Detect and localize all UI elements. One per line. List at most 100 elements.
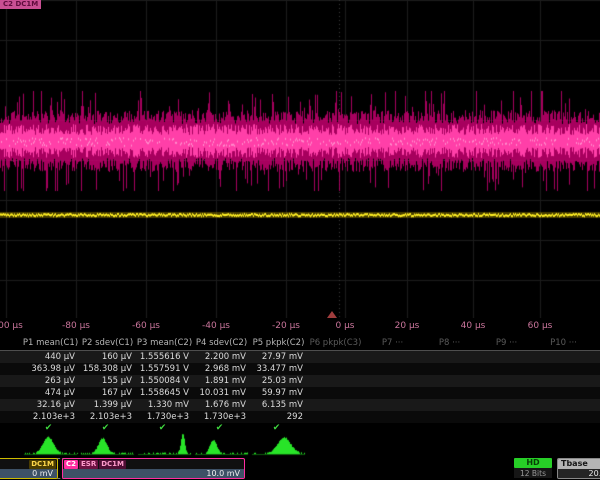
measure-status-row: ✔✔✔✔✔ [0, 423, 600, 433]
status-empty [478, 423, 535, 433]
measure-value: 1.399 µV [79, 399, 136, 411]
measure-column-header[interactable]: P2 sdev(C1) [79, 337, 136, 350]
measure-column-header[interactable]: P1 mean(C1) [22, 337, 79, 350]
measure-value [364, 411, 421, 423]
trigger-position-marker[interactable] [327, 311, 337, 318]
measure-value: 363.98 µV [22, 363, 79, 375]
measure-column-header[interactable]: P4 sdev(C2) [193, 337, 250, 350]
measure-value [535, 351, 592, 363]
c1-volts-per-div: 0 mV [0, 469, 57, 478]
measurement-histicons[interactable] [0, 433, 600, 457]
waveform-grid[interactable] [0, 0, 600, 318]
measure-value [421, 411, 478, 423]
measure-value: 263 µV [22, 375, 79, 387]
status-empty [421, 423, 478, 433]
hd-badge[interactable]: HD [514, 458, 552, 468]
time-axis: -100 µs-80 µs-60 µs-40 µs-20 µs0 µs20 µs… [0, 318, 600, 337]
status-check-icon: ✔ [22, 423, 79, 433]
measure-value [307, 363, 364, 375]
c2-coupling-badge: DC1M [99, 460, 126, 469]
measure-row: 474 µV167 µV1.558645 V10.031 mV59.97 mV [0, 387, 600, 399]
measure-column-header[interactable]: P3 mean(C2) [136, 337, 193, 350]
measure-column-header[interactable]: P10 ··· [535, 337, 592, 350]
measure-value: 440 µV [22, 351, 79, 363]
measure-column-header[interactable]: P9 ··· [478, 337, 535, 350]
measure-value: 1.730e+3 [193, 411, 250, 423]
c2-esr-badge: ESR [79, 460, 98, 469]
measure-value: 1.555616 V [136, 351, 193, 363]
measure-value [364, 399, 421, 411]
channel-descriptor-c2[interactable]: C2 ESR DC1M 10.0 mV [62, 458, 245, 479]
measure-value [535, 375, 592, 387]
tbase-label: Tbase [558, 459, 600, 469]
measure-value [307, 399, 364, 411]
trace-label: C2 DC1M [0, 0, 41, 9]
status-check-icon: ✔ [136, 423, 193, 433]
measure-value: 1.730e+3 [136, 411, 193, 423]
measure-value [535, 363, 592, 375]
time-axis-label: -100 µs [0, 321, 23, 331]
time-axis-label: -80 µs [62, 321, 90, 331]
time-axis-label: 60 µs [528, 321, 553, 331]
measure-value: 155 µV [79, 375, 136, 387]
measure-column-header[interactable]: P7 ··· [364, 337, 421, 350]
status-check-icon: ✔ [250, 423, 307, 433]
measure-value [535, 411, 592, 423]
hd-mode-indicator[interactable]: HD 12 Bits [514, 458, 554, 480]
time-axis-label: -20 µs [272, 321, 300, 331]
measure-value: 10.031 mV [193, 387, 250, 399]
measure-value: 1.330 mV [136, 399, 193, 411]
measure-value [307, 351, 364, 363]
measure-value: 158.308 µV [79, 363, 136, 375]
channel-descriptor-c1[interactable]: DC1M 0 mV [0, 458, 58, 479]
measure-value: 1.558645 V [136, 387, 193, 399]
measure-row: 32.16 µV1.399 µV1.330 mV1.676 mV6.135 mV [0, 399, 600, 411]
measure-row: 440 µV160 µV1.555616 V2.200 mV27.97 mV [0, 351, 600, 363]
measure-row: 263 µV155 µV1.550084 V1.891 mV25.03 mV [0, 375, 600, 387]
measure-value [307, 387, 364, 399]
measure-value [478, 411, 535, 423]
status-empty [364, 423, 421, 433]
measure-value [421, 351, 478, 363]
measure-row: 363.98 µV158.308 µV1.557591 V2.968 mV33.… [0, 363, 600, 375]
status-empty [535, 423, 592, 433]
measure-value: 474 µV [22, 387, 79, 399]
time-axis-label: 0 µs [335, 321, 354, 331]
measure-value: 167 µV [79, 387, 136, 399]
measure-value [364, 387, 421, 399]
measure-value [421, 375, 478, 387]
measure-value: 1.676 mV [193, 399, 250, 411]
measure-value: 25.03 mV [250, 375, 307, 387]
measurement-table: P1 mean(C1)P2 sdev(C1)P3 mean(C2)P4 sdev… [0, 337, 600, 433]
measure-value: 160 µV [79, 351, 136, 363]
hd-bits-label: 12 Bits [514, 468, 552, 478]
measure-value: 1.550084 V [136, 375, 193, 387]
timebase-descriptor[interactable]: Tbase 20.0 µ [557, 458, 600, 479]
measure-value: 1.557591 V [136, 363, 193, 375]
oscilloscope-screen: C2 DC1M -100 µs-80 µs-60 µs-40 µs-20 µs0… [0, 0, 600, 480]
measure-value [307, 411, 364, 423]
status-empty [307, 423, 364, 433]
measure-value: 292 [250, 411, 307, 423]
bottom-toolbar: DC1M 0 mV C2 ESR DC1M 10.0 mV + HD 12 Bi… [0, 458, 600, 480]
measure-value: 2.968 mV [193, 363, 250, 375]
measure-value: 33.477 mV [250, 363, 307, 375]
measure-value: 2.200 mV [193, 351, 250, 363]
status-check-icon: ✔ [193, 423, 250, 433]
measure-value: 32.16 µV [22, 399, 79, 411]
measure-column-header[interactable]: P5 pkpk(C2) [250, 337, 307, 350]
measure-value: 2.103e+3 [22, 411, 79, 423]
measure-value [421, 399, 478, 411]
measure-value: 59.97 mV [250, 387, 307, 399]
status-check-icon: ✔ [79, 423, 136, 433]
measure-column-header[interactable]: P8 ··· [421, 337, 478, 350]
measure-value [535, 387, 592, 399]
time-axis-label: -40 µs [202, 321, 230, 331]
measure-value [478, 399, 535, 411]
measure-value: 1.891 mV [193, 375, 250, 387]
measure-row: 2.103e+32.103e+31.730e+31.730e+3292 [0, 411, 600, 423]
measure-value [478, 375, 535, 387]
measure-value [307, 375, 364, 387]
measure-column-header[interactable]: P6 pkpk(C3) [307, 337, 364, 350]
measure-value [364, 351, 421, 363]
